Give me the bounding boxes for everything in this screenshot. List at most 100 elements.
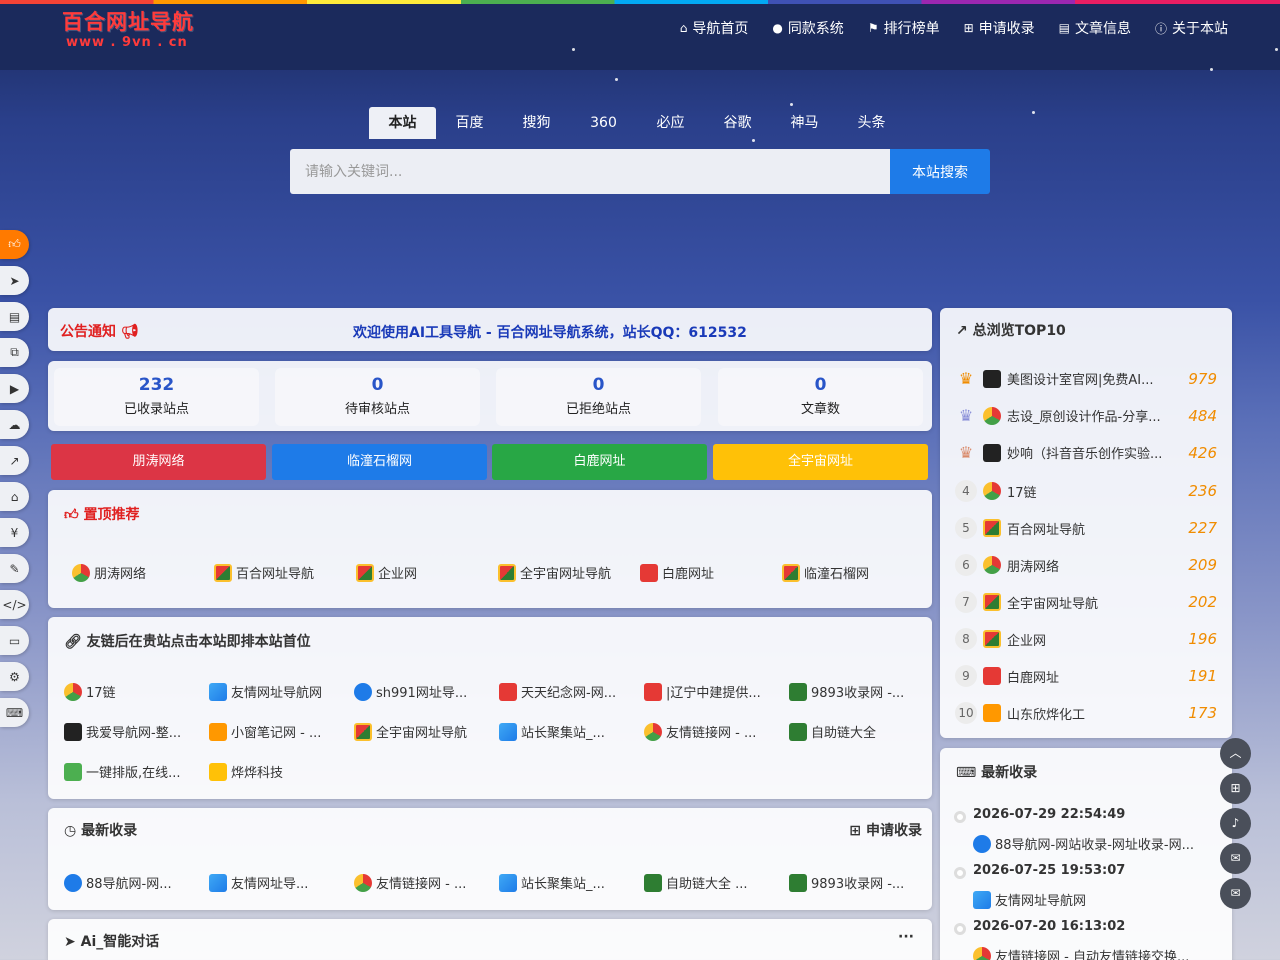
site-link[interactable]: 朋涛网络 xyxy=(72,563,146,582)
featured-button-4[interactable]: 全宇宙网址 xyxy=(713,444,928,480)
nav-ranking[interactable]: ⚑ 排行榜单 xyxy=(868,18,940,38)
email-icon[interactable]: ✉ xyxy=(1220,878,1251,909)
site-link[interactable]: 临潼石榴网 xyxy=(782,563,869,582)
site-link[interactable]: 友情网址导航网 xyxy=(209,682,322,701)
tab-360[interactable]: 360 xyxy=(570,107,637,139)
notice-message[interactable]: 欢迎使用AI工具导航 - 百合网址导航系统，站长QQ：612532 xyxy=(353,322,747,342)
site-link[interactable]: 17链 xyxy=(64,682,116,701)
tab-shenma[interactable]: 神马 xyxy=(771,107,838,139)
site-link[interactable]: 友情网址导航网 xyxy=(973,890,1086,909)
rank-item[interactable]: ♛ 美图设计室官网|免费AI... 979 xyxy=(955,369,1217,388)
paper-plane-icon[interactable]: ➤ xyxy=(0,266,29,295)
add-icon[interactable]: ⊞ xyxy=(1220,773,1251,804)
site-link[interactable]: 全宇宙网址导航 xyxy=(354,722,467,741)
site-link[interactable]: 烨烨科技 xyxy=(209,762,283,781)
site-link[interactable]: 站长聚集站_... xyxy=(499,873,605,892)
nav-apply[interactable]: ⊞ 申请收录 xyxy=(964,18,1035,38)
friend-links-title: 🔗︎ 友链后在贵站点击本站即排本站首位 xyxy=(64,634,311,650)
nav-articles[interactable]: ▤ 文章信息 xyxy=(1059,18,1131,38)
site-favicon-icon xyxy=(64,682,82,701)
settings-icon[interactable]: ⚙ xyxy=(0,662,29,691)
header: 百合网址导航 www . 9vn . cn ⌂ 导航首页 ● 同款系统 ⚑ 排行榜单 … xyxy=(0,4,1280,70)
wechat-icon[interactable]: ✉ xyxy=(1220,843,1251,874)
apply-link[interactable]: ⊞ 申请收录 xyxy=(849,820,922,840)
tab-sogou[interactable]: 搜狗 xyxy=(503,107,570,139)
site-favicon-icon xyxy=(64,873,82,892)
search-button[interactable]: 本站搜索 xyxy=(890,149,990,194)
scroll-top-icon[interactable]: ︿ xyxy=(1220,738,1251,769)
site-link[interactable]: |辽宁中建提供... xyxy=(644,682,761,701)
rank-item[interactable]: ♛ 妙响（抖音音乐创作实验... 426 xyxy=(955,443,1217,462)
site-favicon-icon xyxy=(214,563,232,582)
site-link[interactable]: 88导航网-网站收录-网址收录-网... xyxy=(973,834,1194,853)
featured-button-1[interactable]: 朋涛网络 xyxy=(51,444,266,480)
ai-chat-panel: ➤ Ai_智能对话 ··· xyxy=(48,919,932,960)
nav-about[interactable]: ⓘ 关于本站 xyxy=(1155,18,1228,38)
rank-item[interactable]: ♛ 志设_原创设计作品-分享... 484 xyxy=(955,406,1217,425)
yen-icon[interactable]: ¥ xyxy=(0,518,29,547)
site-link[interactable]: 百合网址导航 xyxy=(214,563,314,582)
site-logo[interactable]: 百合网址导航 www . 9vn . cn xyxy=(62,12,194,50)
site-link[interactable]: 友情链接网 - ... xyxy=(354,873,466,892)
site-favicon-icon xyxy=(209,722,227,741)
bell-icon[interactable]: ♪ xyxy=(1220,808,1251,839)
site-link[interactable]: 9893收录网 -... xyxy=(789,873,904,892)
graduation-cap-icon[interactable]: ⌂ xyxy=(0,482,29,511)
featured-button-2[interactable]: 临潼石榴网 xyxy=(272,444,487,480)
tab-bing[interactable]: 必应 xyxy=(637,107,704,139)
featured-button-3[interactable]: 白鹿网址 xyxy=(492,444,707,480)
rank-item[interactable]: 4 17链 236 xyxy=(955,480,1217,502)
thumbs-up-icon[interactable]: 👍︎ xyxy=(0,230,29,259)
tab-site[interactable]: 本站 xyxy=(369,107,436,139)
site-link[interactable]: 友情链接网 - ... xyxy=(644,722,756,741)
rank-item[interactable]: 8 企业网 196 xyxy=(955,628,1217,650)
document-icon[interactable]: ▤ xyxy=(0,302,29,331)
site-link[interactable]: 站长聚集站_... xyxy=(499,722,605,741)
site-link[interactable]: 友情链接网 - 自动友情链接交换... xyxy=(973,946,1189,960)
top-recommend-title: 👍︎ 置顶推荐 xyxy=(64,507,140,523)
search-input[interactable] xyxy=(290,149,890,194)
rank-item[interactable]: 7 全宇宙网址导航 202 xyxy=(955,591,1217,613)
site-link[interactable]: 一键排版,在线... xyxy=(64,762,181,781)
rank-item[interactable]: 6 朋涛网络 209 xyxy=(955,554,1217,576)
flag-icon: ⚑ xyxy=(867,21,879,35)
friend-links-panel: 🔗︎ 友链后在贵站点击本站即排本站首位 17链 友情网址导航网 sh991网址导… xyxy=(48,617,932,799)
site-link[interactable]: 小窗笔记网 - ... xyxy=(209,722,321,741)
site-favicon-icon xyxy=(789,682,807,701)
site-link[interactable]: 我爱导航网-整... xyxy=(64,722,181,741)
site-favicon-icon xyxy=(973,834,991,853)
site-link[interactable]: 白鹿网址 xyxy=(640,563,714,582)
keyboard-icon[interactable]: ⌨ xyxy=(0,698,29,727)
circle-arrow-icon: ● xyxy=(772,21,783,35)
cloud-icon[interactable]: ☁ xyxy=(0,410,29,439)
rank-item[interactable]: 5 百合网址导航 227 xyxy=(955,517,1217,539)
site-link[interactable]: 88导航网-网... xyxy=(64,873,172,892)
site-link[interactable]: 友情网址导... xyxy=(209,873,308,892)
site-favicon-icon xyxy=(644,682,662,701)
tab-toutiao[interactable]: 头条 xyxy=(838,107,905,139)
nav-same-system[interactable]: ● 同款系统 xyxy=(772,18,843,38)
tab-google[interactable]: 谷歌 xyxy=(704,107,771,139)
site-favicon-icon xyxy=(644,722,662,741)
wrench-icon[interactable]: ✎ xyxy=(0,554,29,583)
site-link[interactable]: 天天纪念网-网... xyxy=(499,682,616,701)
site-link[interactable]: sh991网址导... xyxy=(354,682,467,701)
site-link[interactable]: 自助链大全 xyxy=(789,722,876,741)
crown-silver-icon: ♛ xyxy=(958,406,974,425)
site-link[interactable]: 企业网 xyxy=(356,563,417,582)
monitor-icon[interactable]: ▭ xyxy=(0,626,29,655)
video-icon[interactable]: ▶ xyxy=(0,374,29,403)
site-link[interactable]: 9893收录网 -... xyxy=(789,682,904,701)
keyboard-icon: ⌨ xyxy=(956,765,977,781)
chart-icon[interactable]: ↗ xyxy=(0,446,29,475)
code-icon[interactable]: </> xyxy=(0,590,29,619)
cubes-icon[interactable]: ⧉ xyxy=(0,338,29,367)
nav-home[interactable]: ⌂ 导航首页 xyxy=(680,18,749,38)
site-link[interactable]: 全宇宙网址导航 xyxy=(498,563,611,582)
tab-baidu[interactable]: 百度 xyxy=(436,107,503,139)
site-link[interactable]: 自助链大全 ... xyxy=(644,873,748,892)
rank-item[interactable]: 10 山东欣烨化工 173 xyxy=(955,702,1217,724)
chart-icon: ↗ xyxy=(956,323,968,339)
more-icon[interactable]: ··· xyxy=(898,929,914,945)
rank-item[interactable]: 9 白鹿网址 191 xyxy=(955,665,1217,687)
